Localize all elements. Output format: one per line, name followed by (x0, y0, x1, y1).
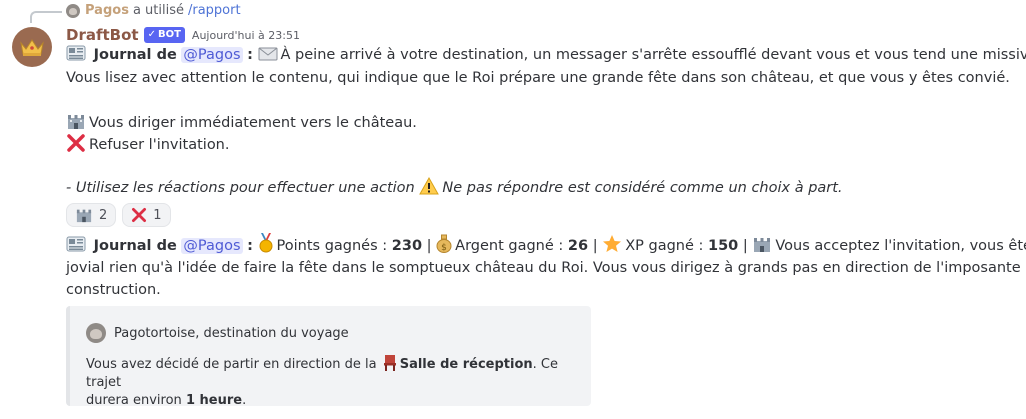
money-label: Argent gagné : (455, 238, 564, 254)
xp-value: 150 (708, 238, 739, 254)
bot-username[interactable]: DraftBot (66, 26, 139, 44)
choice-1: Vous diriger immédiatement vers le châte… (66, 112, 417, 134)
choice-2: Refuser l'invitation. (66, 134, 229, 156)
reply-connector (30, 11, 62, 23)
journal-label: Journal de (93, 47, 177, 63)
envelope-icon (258, 47, 278, 61)
points-label: Points gagnés : (276, 238, 388, 254)
embed-duration: 1 heure (185, 393, 243, 408)
xp-label: XP gagné : (625, 238, 704, 254)
separator: | (592, 238, 598, 254)
reaction-count: 2 (99, 207, 108, 223)
result-line-1: Journal de @Pagos : Points gagnés : 230 … (66, 233, 1026, 257)
embed-desc-3: durera environ (86, 393, 182, 408)
castle-icon (68, 115, 84, 129)
embed-author: Pagotortoise, destination du voyage (86, 323, 349, 343)
choice-2-label: Refuser l'invitation. (89, 137, 230, 153)
result-line-2: jovial rien qu'à l'idée de faire la fête… (66, 260, 1021, 276)
intro-line-1: À peine arrivé à votre destination, un m… (280, 47, 1026, 63)
embed-desc-1: Vous avez décidé de partir en direction … (86, 357, 377, 372)
bot-avatar[interactable] (12, 27, 52, 67)
crown-icon (20, 39, 44, 56)
message-header: DraftBot ✓ BOT Aujourd'hui à 23:51 (66, 26, 300, 44)
reaction-castle[interactable]: 2 (66, 203, 117, 227)
cross-icon (67, 134, 85, 152)
choice-1-label: Vous diriger immédiatement vers le châte… (89, 115, 417, 131)
embed-destination: Salle de réception (399, 357, 533, 372)
money-value: 26 (567, 238, 589, 254)
user-mention[interactable]: @Pagos (181, 47, 243, 63)
verified-check-icon: ✓ (147, 29, 156, 40)
bot-tag: ✓ BOT (143, 27, 185, 43)
chair-icon (383, 355, 396, 371)
result-text-1: Vous acceptez l'invitation, vous êtes (775, 238, 1026, 254)
warning-icon (419, 177, 440, 195)
money-bag-icon: $ (436, 234, 452, 253)
journal-label: Journal de (93, 238, 177, 254)
embed-author-avatar (86, 323, 106, 343)
cross-icon (132, 208, 147, 223)
embed-description: Vous avez décidé de partir en direction … (86, 354, 576, 410)
newspaper-icon (66, 236, 86, 252)
embed-author-name: Pagotortoise, destination du voyage (114, 325, 349, 341)
message-timestamp[interactable]: Aujourd'hui à 23:51 (192, 29, 300, 42)
reply-reference[interactable]: Pagos a utilisé /rapport (66, 3, 241, 18)
hint-text-1: - Utilisez les réactions pour effectuer … (66, 180, 415, 196)
points-value: 230 (391, 238, 423, 254)
hint-text-2: Ne pas répondre est considéré comme un c… (442, 180, 843, 196)
result-line-3: construction. (66, 282, 161, 298)
travel-embed: Pagotortoise, destination du voyage Vous… (66, 306, 591, 408)
newspaper-icon (66, 45, 86, 61)
separator: | (742, 238, 748, 254)
user-mention[interactable]: @Pagos (181, 238, 243, 254)
bot-tag-label: BOT (157, 29, 181, 40)
journal-colon: : (247, 47, 253, 63)
separator: | (426, 238, 432, 254)
reply-username[interactable]: Pagos (85, 3, 129, 18)
svg-text:$: $ (441, 243, 447, 253)
reaction-count: 1 (153, 207, 162, 223)
reaction-cross[interactable]: 1 (122, 203, 171, 227)
embed-desc-4: . (242, 393, 247, 408)
message-line-1: Journal de @Pagos : À peine arrivé à vot… (66, 44, 1026, 66)
reply-user-avatar[interactable] (66, 3, 80, 18)
castle-icon (76, 209, 92, 223)
reply-command[interactable]: /rapport (188, 3, 241, 18)
reactions-bar: 2 1 (66, 203, 171, 227)
journal-colon: : (247, 238, 253, 254)
star-icon (603, 235, 622, 252)
castle-icon (754, 238, 771, 252)
message-line-2: Vous lisez avec attention le contenu, qu… (66, 70, 1010, 86)
hint-line: - Utilisez les réactions pour effectuer … (66, 177, 843, 199)
reply-text: a utilisé (132, 3, 184, 18)
medal-icon (259, 233, 273, 253)
